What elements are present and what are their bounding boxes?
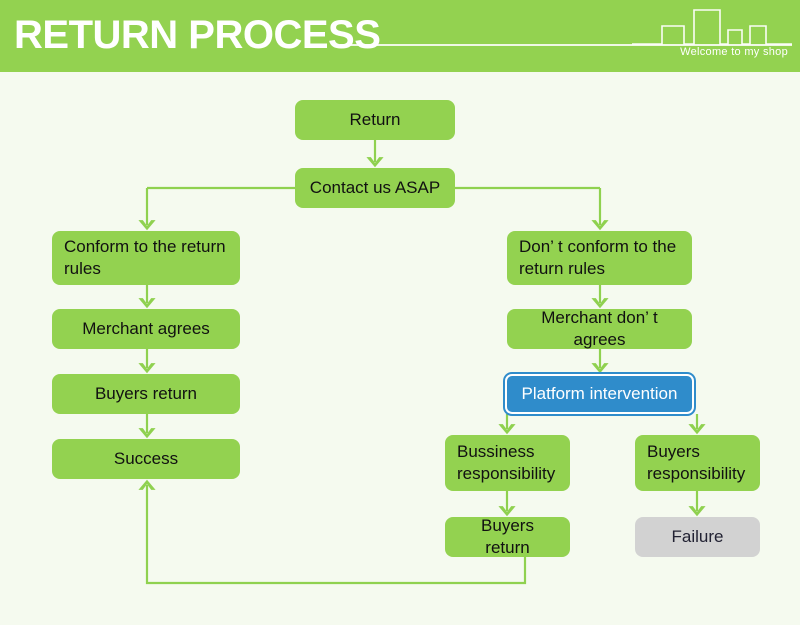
flowchart-canvas: Return Contact us ASAP Conform to the re… <box>0 72 800 625</box>
node-platform-intervention[interactable]: Platform intervention <box>505 374 694 414</box>
node-label: Conform to the return rules <box>64 237 226 278</box>
node-label: Merchant don’ t agrees <box>541 308 658 349</box>
node-label: Contact us ASAP <box>309 178 441 197</box>
node-return[interactable]: Return <box>295 100 455 140</box>
node-label: Buyers responsibility <box>647 442 746 483</box>
header-subtitle: Welcome to my shop <box>680 46 788 58</box>
node-conform-to-return-rules[interactable]: Conform to the return rules <box>52 231 240 285</box>
page-header: RETURN PROCESS Welcome to my shop <box>0 0 800 72</box>
node-label: Return <box>349 110 401 129</box>
node-buyers-return-right[interactable]: Buyers return <box>445 516 570 557</box>
node-buyers-return-left[interactable]: Buyers return <box>52 374 240 414</box>
node-dont-conform-to-return-rules[interactable]: Don’ t conform to the return rules <box>507 231 692 285</box>
node-label: Buyers return <box>481 516 534 557</box>
node-failure[interactable]: Failure <box>635 517 760 557</box>
node-bussiness-responsibility[interactable]: Bussiness responsibility <box>445 435 570 491</box>
node-merchant-dont-agrees[interactable]: Merchant don’ t agrees <box>507 308 692 349</box>
node-buyers-responsibility[interactable]: Buyers responsibility <box>635 435 760 491</box>
node-contact-us-asap[interactable]: Contact us ASAP <box>295 168 455 208</box>
node-label: Merchant agrees <box>82 319 210 338</box>
node-success[interactable]: Success <box>52 439 240 479</box>
node-label: Don’ t conform to the return rules <box>519 237 677 278</box>
node-label: Buyers return <box>94 384 198 403</box>
page-title: RETURN PROCESS <box>14 13 381 57</box>
node-merchant-agrees[interactable]: Merchant agrees <box>52 309 240 349</box>
node-label: Failure <box>671 527 724 546</box>
node-label: Platform intervention <box>521 384 678 403</box>
city-skyline-icon <box>632 9 792 45</box>
node-label: Bussiness responsibility <box>457 442 556 483</box>
node-label: Success <box>113 449 179 468</box>
